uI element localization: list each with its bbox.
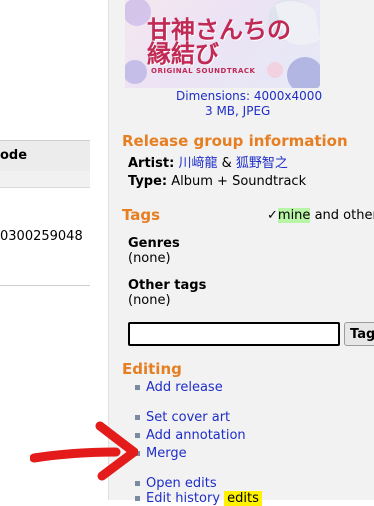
merge-link[interactable]: Merge: [146, 446, 187, 461]
cover-title: 甘神さんちの 縁結び: [147, 18, 291, 66]
menu-item-merge[interactable]: Merge: [135, 446, 187, 461]
tag-input[interactable]: [128, 322, 340, 346]
check-icon: ✓: [267, 208, 278, 223]
menu-item-open-edits[interactable]: Open edits: [135, 476, 217, 491]
type-line: Type: Album + Soundtrack: [128, 174, 306, 189]
artist-line: Artist: 川﨑龍 & 狐野智之: [128, 152, 288, 171]
tags-filter-others[interactable]: and others: [315, 208, 374, 223]
tags-filter: ✓mine and others: [267, 208, 374, 223]
release-group-heading: Release group information: [122, 132, 348, 150]
genres-value: (none): [128, 251, 171, 266]
edits-badge: edits: [224, 491, 262, 506]
set-cover-art-link[interactable]: Set cover art: [146, 410, 230, 425]
type-label: Type:: [128, 174, 168, 189]
menu-item-add-release[interactable]: Add release: [135, 380, 223, 395]
table-cell-value: 0300259048: [0, 229, 83, 244]
bullet-icon: [135, 385, 140, 390]
genres-label: Genres: [128, 236, 180, 251]
cover-title-line2: 縁結び: [147, 39, 219, 68]
table-header: ode: [0, 140, 90, 172]
artist-link-2[interactable]: 狐野智之: [236, 156, 288, 171]
menu-item-add-annotation[interactable]: Add annotation: [135, 428, 246, 443]
add-release-link[interactable]: Add release: [146, 380, 223, 395]
open-edits-link[interactable]: Open edits: [146, 476, 217, 491]
artist-separator: &: [221, 156, 232, 171]
editing-heading: Editing: [122, 360, 182, 378]
red-arrow-annotation-icon: [30, 421, 138, 481]
add-annotation-link[interactable]: Add annotation: [146, 428, 246, 443]
table-subheader-row: [0, 171, 90, 188]
cover-dimensions: Dimensions: 4000x4000: [176, 89, 323, 103]
other-tags-value: (none): [128, 293, 171, 308]
table-divider: [0, 285, 90, 286]
table-header-label: ode: [0, 148, 28, 163]
cover-subtitle: ORIGINAL SOUNDTRACK: [151, 67, 256, 75]
tags-filter-mine[interactable]: mine: [277, 208, 311, 223]
artist-link-1[interactable]: 川﨑龍: [178, 156, 217, 171]
bullet-icon: [135, 496, 140, 501]
cover-art-image[interactable]: 甘神さんちの 縁結び ORIGINAL SOUNDTRACK: [125, 0, 320, 88]
tag-submit-button[interactable]: Tag: [344, 322, 374, 346]
tags-heading: Tags: [122, 206, 161, 224]
artist-label: Artist:: [128, 156, 175, 171]
menu-item-set-cover-art[interactable]: Set cover art: [135, 410, 230, 425]
type-value: Album + Soundtrack: [171, 174, 307, 189]
edit-history-link[interactable]: Edit history: [146, 491, 220, 506]
cover-filesize: 3 MB, JPEG: [205, 104, 271, 118]
menu-item-edit-history[interactable]: Edit history edits: [135, 491, 262, 506]
other-tags-label: Other tags: [128, 278, 207, 293]
